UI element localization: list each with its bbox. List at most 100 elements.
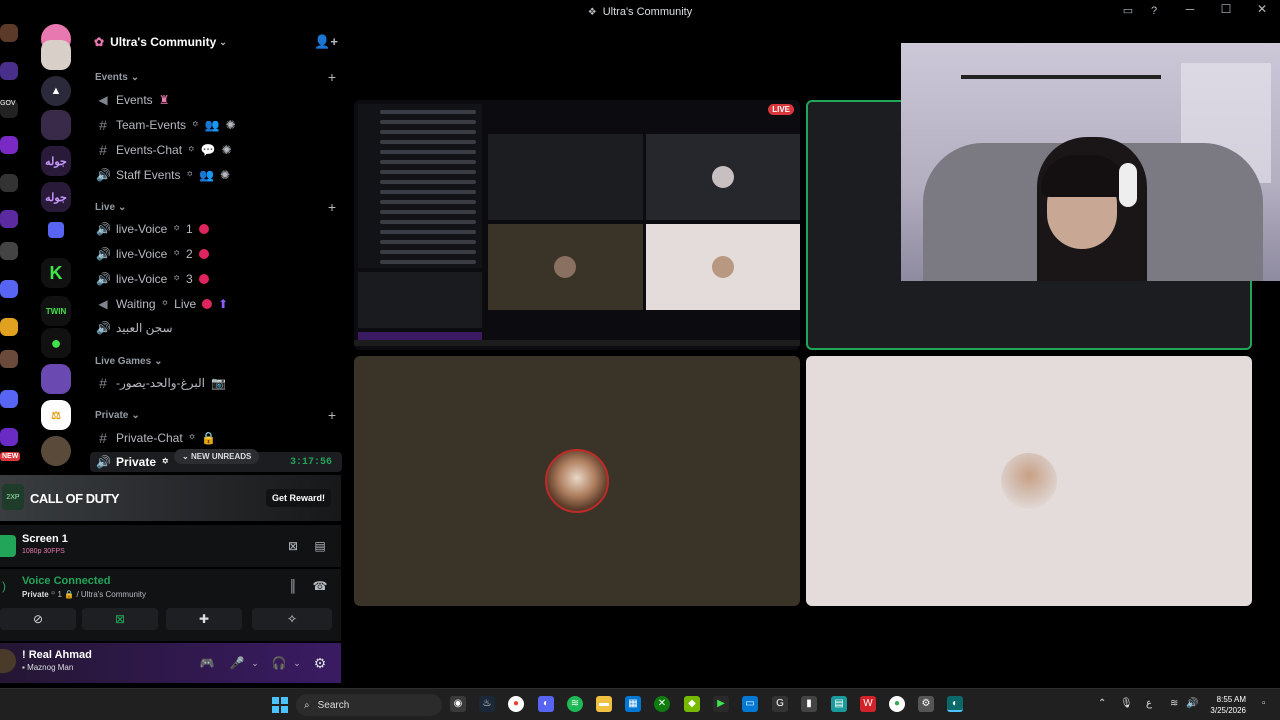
voice-status[interactable]: Voice Connected: [22, 575, 110, 587]
server-icon[interactable]: ●: [41, 328, 71, 358]
server-icon[interactable]: ⚖: [41, 400, 71, 430]
chevron-down-icon[interactable]: ⌄: [288, 654, 306, 672]
user-name[interactable]: ! Real Ahmad: [22, 649, 92, 661]
server-edge-icon[interactable]: [0, 24, 18, 42]
server-edge-icon[interactable]: [0, 210, 18, 228]
taskbar-search[interactable]: ⌕ Search: [296, 694, 442, 716]
server-edge-icon[interactable]: [0, 280, 18, 298]
windows-start-icon[interactable]: [272, 697, 288, 713]
stream-settings-icon[interactable]: ▤: [311, 537, 329, 555]
noise-suppression-icon[interactable]: ║: [284, 577, 302, 595]
channel-events[interactable]: ◀ Events ♜: [96, 90, 336, 110]
server-edge-icon[interactable]: [0, 390, 18, 408]
server-edge-icon[interactable]: [0, 428, 18, 446]
help-icon[interactable]: ?: [1147, 4, 1161, 18]
new-unreads-pill[interactable]: ⌄ NEW UNREADS: [174, 449, 260, 464]
server-icon[interactable]: [41, 364, 71, 394]
add-channel-icon[interactable]: +: [328, 69, 336, 85]
app-icon[interactable]: ◐: [947, 696, 963, 712]
app-icon[interactable]: G: [772, 696, 788, 712]
participant-tile[interactable]: [806, 356, 1252, 606]
category-live-games[interactable]: Live Games ⌄: [95, 356, 163, 367]
app-icon[interactable]: ▮: [801, 696, 817, 712]
category-private[interactable]: Private ⌄: [95, 410, 140, 421]
avatar[interactable]: [0, 649, 16, 673]
activities-button[interactable]: ✚: [166, 608, 242, 630]
inbox-icon[interactable]: ▭: [1121, 4, 1135, 18]
play-icon[interactable]: ▶: [713, 696, 729, 712]
stop-stream-icon[interactable]: ⊠: [284, 537, 302, 555]
server-edge-icon[interactable]: [0, 350, 18, 368]
channel-events-chat[interactable]: # Events-Chat ꙳ 💬 ✺: [96, 140, 336, 160]
server-icon[interactable]: [41, 40, 71, 70]
kick-icon[interactable]: K: [41, 258, 71, 288]
settings-gear-icon[interactable]: ⚙: [311, 654, 329, 672]
category-live[interactable]: Live ⌄: [95, 202, 126, 213]
xbox-icon[interactable]: ✕: [654, 696, 670, 712]
maximize-icon[interactable]: ☐: [1216, 2, 1236, 16]
chevron-down-icon[interactable]: ⌄: [246, 654, 264, 672]
app-icon[interactable]: W: [860, 696, 876, 712]
channel-arabic[interactable]: 🔊 سجن العبيد: [96, 318, 336, 338]
discord-icon[interactable]: ◐: [538, 696, 554, 712]
server-edge-icon[interactable]: [0, 174, 18, 192]
chrome-icon[interactable]: ●: [889, 696, 905, 712]
store-icon[interactable]: ▦: [625, 696, 641, 712]
microphone-icon[interactable]: 🎙: [1120, 698, 1133, 709]
guild-header[interactable]: ✿ Ultra's Community ⌄ 👤+: [84, 24, 346, 60]
soundboard-button[interactable]: ✧: [252, 608, 332, 630]
close-icon[interactable]: ✕: [1252, 2, 1272, 16]
taskbar-clock[interactable]: 8:55 AM 3/25/2026: [1210, 694, 1246, 716]
gamepad-icon[interactable]: 🎮: [198, 654, 216, 672]
folder-icon[interactable]: [48, 222, 64, 238]
camera-off-button[interactable]: ⊘: [0, 608, 76, 630]
settings-icon[interactable]: ⚙: [918, 696, 934, 712]
notification-icon[interactable]: ▫: [1262, 698, 1266, 709]
app-icon[interactable]: ▤: [831, 696, 847, 712]
disconnect-icon[interactable]: ☎: [311, 577, 329, 595]
channel-live-games-text[interactable]: # -البرغ-والحد-يصور 📷: [96, 373, 336, 393]
spotify-icon[interactable]: ≋: [567, 696, 583, 712]
channel-private-chat[interactable]: # Private-Chat ꙳ 🔒: [96, 428, 336, 448]
nvidia-icon[interactable]: ◆: [684, 696, 700, 712]
add-channel-icon[interactable]: +: [328, 199, 336, 215]
microphone-icon[interactable]: 🎤: [228, 654, 246, 672]
server-icon[interactable]: ▲: [41, 76, 71, 106]
wifi-icon[interactable]: ≋: [1170, 698, 1178, 709]
server-edge-icon[interactable]: [0, 318, 18, 336]
chevron-up-icon[interactable]: ⌃: [1098, 698, 1106, 709]
chrome-icon[interactable]: ●: [508, 696, 524, 712]
server-label[interactable]: جوله: [41, 182, 71, 212]
server-edge-icon[interactable]: [0, 136, 18, 154]
file-explorer-icon[interactable]: ▬: [596, 696, 612, 712]
headphones-icon[interactable]: 🎧: [270, 654, 288, 672]
server-edge-label[interactable]: GOV: [0, 100, 18, 118]
channel-live-voice-2[interactable]: 🔊 live-Voice ꙳ 2: [96, 244, 336, 264]
screen-share-button[interactable]: ⊠: [82, 608, 158, 630]
camera-app-icon[interactable]: ◉: [450, 696, 466, 712]
get-reward-button[interactable]: Get Reward!: [265, 489, 331, 507]
minimize-icon[interactable]: ─: [1180, 2, 1200, 16]
server-label[interactable]: جوله: [41, 146, 71, 176]
voice-channel-info[interactable]: Private ꙳ 1 🔒 / Ultra's Community: [22, 589, 146, 600]
server-edge-icon[interactable]: [0, 242, 18, 260]
screen-share-tile[interactable]: LIVE: [354, 100, 800, 350]
server-label[interactable]: TWIN: [41, 296, 71, 326]
channel-live-voice-3[interactable]: 🔊 live-Voice ꙳ 3: [96, 269, 336, 289]
signal-icon[interactable]: ): [2, 579, 6, 593]
participant-tile[interactable]: [354, 356, 800, 606]
server-edge-icon[interactable]: [0, 62, 18, 80]
category-events[interactable]: Events ⌄: [95, 72, 139, 83]
channel-staff-events[interactable]: 🔊 Staff Events ꙳ 👥 ✺: [96, 165, 336, 185]
channel-waiting-live[interactable]: ◀ Waiting ꙳ Live ⬆: [96, 294, 336, 314]
steam-icon[interactable]: ♨: [479, 696, 495, 712]
channel-live-voice-1[interactable]: 🔊 live-Voice ꙳ 1: [96, 219, 336, 239]
language-indicator[interactable]: ع: [1146, 698, 1152, 709]
server-icon[interactable]: [41, 110, 71, 140]
app-icon[interactable]: ▭: [742, 696, 758, 712]
channel-team-events[interactable]: # Team-Events ꙳ 👥 ✺: [96, 115, 336, 135]
add-channel-icon[interactable]: +: [328, 407, 336, 423]
volume-icon[interactable]: 🔊: [1186, 698, 1198, 709]
server-icon[interactable]: [41, 436, 71, 466]
invite-people-icon[interactable]: 👤+: [314, 34, 338, 50]
